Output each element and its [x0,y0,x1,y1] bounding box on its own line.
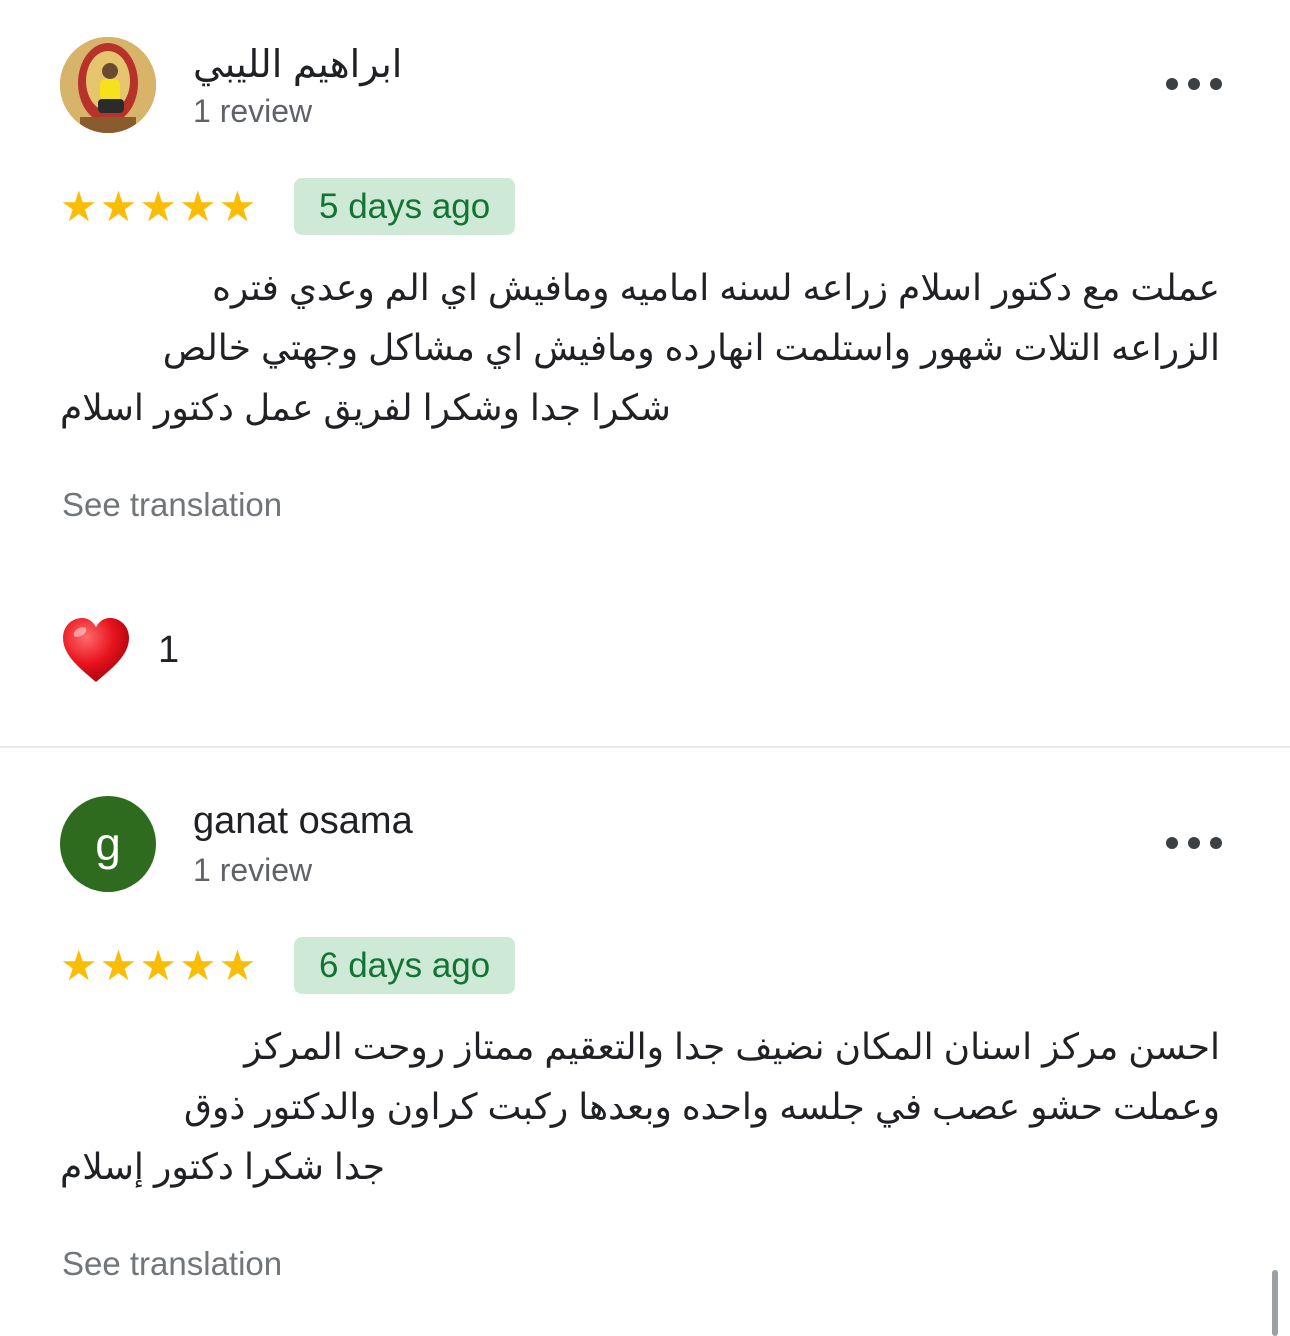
more-dot-icon [1166,78,1178,90]
author-review-count[interactable]: 1 review [193,93,312,130]
reaction-count: 1 [158,628,180,671]
star-icon: ★ [139,183,177,230]
see-translation-link[interactable]: See translation [62,1245,282,1283]
more-dot-icon [1210,78,1222,90]
more-dot-icon [1188,78,1200,90]
star-icon: ★ [218,942,257,989]
avatar-photo-icon [60,37,156,133]
review-text-line: جدا شكرا دكتور إسلام [60,1146,386,1187]
star-icon: ★ [178,183,217,230]
star-icon: ★ [60,942,98,989]
star-icon: ★ [99,942,138,989]
reviews-page: ابراهيم الليبي 1 review ★ ★ ★ ★ ★ 5 days… [0,0,1290,1336]
review-divider [0,746,1290,748]
more-dot-icon [1166,837,1178,849]
review-text-line: الزراعه التلات شهور واستلمت انهارده وماف… [162,327,1220,368]
review-date-badge: 6 days ago [294,937,516,994]
author-name[interactable]: ابراهيم الليبي [193,42,402,87]
review-text-line: احسن مركز اسنان المكان نضيف جدا والتعقيم… [244,1026,1220,1067]
reaction-button[interactable]: 1 [60,616,179,684]
more-options-button[interactable] [1166,72,1222,96]
star-icon: ★ [178,942,217,989]
review-text: عملت مع دكتور اسلام زراعه لسنه اماميه وم… [60,258,1220,438]
review-text-line: شكرا جدا وشكرا لفريق عمل دكتور اسلام [60,387,671,428]
star-icon: ★ [139,942,177,989]
star-icon: ★ [60,183,98,230]
more-dot-icon [1188,837,1200,849]
author-review-count[interactable]: 1 review [193,852,312,889]
star-icon: ★ [99,183,138,230]
heart-icon [63,618,129,682]
more-options-button[interactable] [1166,831,1222,855]
scrollbar[interactable] [1272,1270,1278,1336]
star-rating: ★ ★ ★ ★ ★ [60,186,256,228]
star-icon: ★ [218,183,257,230]
review-text: احسن مركز اسنان المكان نضيف جدا والتعقيم… [60,1017,1220,1197]
review-text-line: وعملت حشو عصب في جلسه واحده وبعدها ركبت … [184,1086,1220,1127]
avatar[interactable]: g [60,796,156,892]
review-text-line: عملت مع دكتور اسلام زراعه لسنه اماميه وم… [212,267,1220,308]
author-name[interactable]: ganat osama [193,800,413,843]
star-rating: ★ ★ ★ ★ ★ [60,945,256,987]
review-date-badge: 5 days ago [294,178,516,235]
more-dot-icon [1210,837,1222,849]
avatar[interactable] [60,37,156,133]
see-translation-link[interactable]: See translation [62,486,282,524]
